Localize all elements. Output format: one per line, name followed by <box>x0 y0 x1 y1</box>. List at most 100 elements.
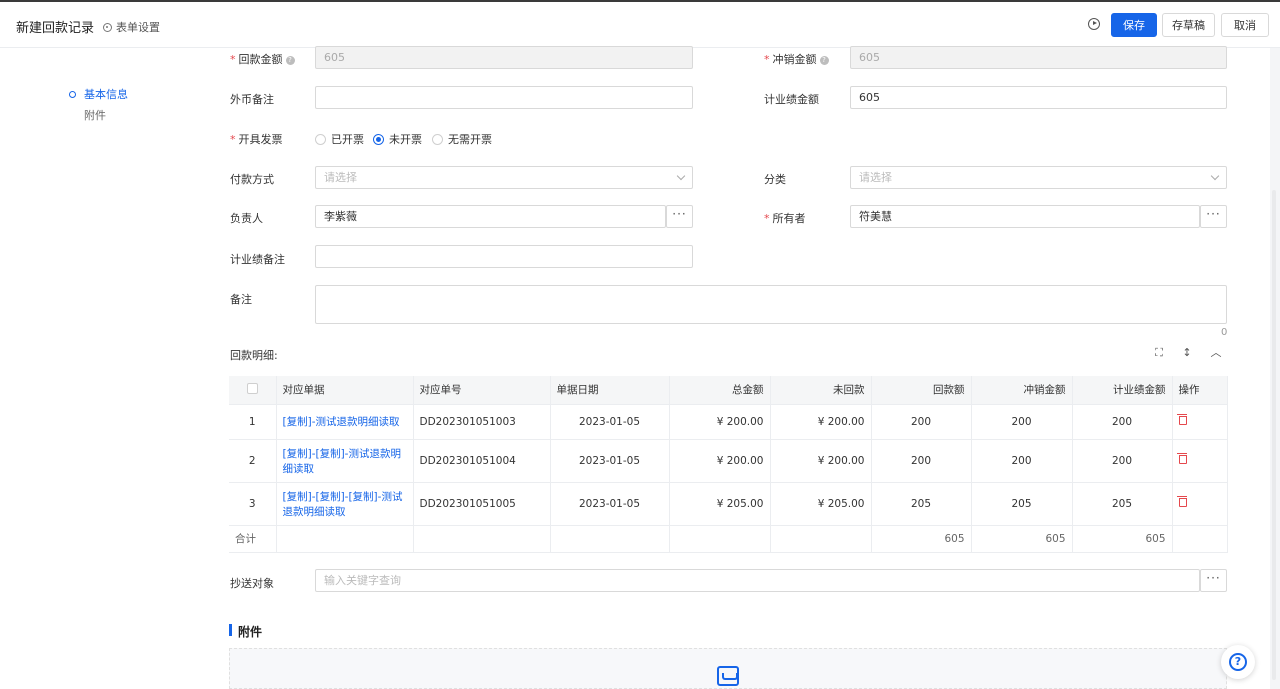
attachments-section-title: 附件 <box>238 625 263 639</box>
fx-note-input[interactable] <box>315 86 693 109</box>
row-height-icon[interactable]: ↕ <box>1181 347 1193 359</box>
row-index: 1 <box>229 404 277 440</box>
help-icon: ? <box>285 56 295 65</box>
table-header-row: 对应单据 对应单号 单据日期 总金额 未回款 回款额 冲销金额 计业绩金额 操作 <box>229 376 1228 405</box>
table-row: 3 [复制]-[复制]-[复制]-测试退款明细读取 DD202301051005… <box>229 482 1228 526</box>
payment-method-select[interactable]: 请选择 <box>315 166 693 189</box>
save-draft-button[interactable]: 存草稿 <box>1162 13 1215 37</box>
person-in-charge-input[interactable]: 李紫薇 <box>315 205 666 228</box>
owner-label: * 所有者 <box>764 212 806 225</box>
column-header: 冲销金额 <box>971 376 1073 405</box>
delete-icon[interactable] <box>1176 452 1187 464</box>
total-performance: 605 <box>1072 525 1173 553</box>
total-paid: 605 <box>871 525 972 553</box>
performance-amount[interactable]: 200 <box>1072 404 1173 440</box>
column-header: 总金额 <box>669 376 771 405</box>
help-icon: ? <box>819 56 829 65</box>
owner-picker-button[interactable]: ··· <box>1200 205 1227 228</box>
unpaid-amount: ¥ 205.00 <box>770 482 872 526</box>
total-amount: ¥ 200.00 <box>669 404 771 440</box>
offset-amount[interactable]: 200 <box>971 439 1073 483</box>
form-settings-link[interactable]: 表单设置 <box>103 19 160 35</box>
invoice-radio-not-needed[interactable]: 无需开票 <box>432 131 492 147</box>
remark-label: 备注 <box>230 293 252 306</box>
document-number: DD202301051005 <box>413 482 551 526</box>
nav-item-label: 附件 <box>84 109 106 122</box>
offset-amount-label: * 冲销金额? <box>764 51 829 67</box>
section-accent-bar <box>229 624 232 636</box>
save-button[interactable]: 保存 <box>1111 13 1157 37</box>
document-number: DD202301051003 <box>413 404 551 440</box>
delete-icon[interactable] <box>1176 413 1187 425</box>
help-button[interactable]: ? <box>1221 645 1255 679</box>
play-icon[interactable] <box>1088 18 1100 30</box>
fullscreen-icon[interactable]: ⛶ <box>1153 347 1165 359</box>
document-link[interactable]: [复制]-[复制]-测试退款明细读取 <box>283 448 401 475</box>
column-header: 计业绩金额 <box>1072 376 1173 405</box>
owner-input[interactable]: 符美慧 <box>850 205 1200 228</box>
offset-amount[interactable]: 205 <box>971 482 1073 526</box>
total-amount: ¥ 205.00 <box>669 482 771 526</box>
page-title: 新建回款记录 <box>16 21 95 36</box>
unpaid-amount: ¥ 200.00 <box>770 439 872 483</box>
person-in-charge-picker-button[interactable]: ··· <box>666 205 693 228</box>
paid-amount[interactable]: 200 <box>871 404 972 440</box>
document-link[interactable]: [复制]-测试退款明细读取 <box>283 416 400 428</box>
nav-item-label: 基本信息 <box>84 88 128 101</box>
document-date: 2023-01-05 <box>550 404 670 440</box>
chevron-down-icon <box>676 171 686 181</box>
offset-amount-field: 605 <box>850 46 1227 69</box>
total-label: 合计 <box>229 525 277 553</box>
anchor-nav: 基本信息 附件 <box>66 84 128 126</box>
scrollbar[interactable] <box>1272 190 1276 680</box>
payment-details-table: 对应单据 对应单号 单据日期 总金额 未回款 回款额 冲销金额 计业绩金额 操作… <box>229 376 1228 553</box>
cc-search-input[interactable]: 输入关键字查询 <box>315 569 1200 592</box>
cc-label: 抄送对象 <box>230 577 274 590</box>
nav-item-basic-info[interactable]: 基本信息 <box>66 84 128 105</box>
offset-amount[interactable]: 200 <box>971 404 1073 440</box>
invoice-label: * 开具发票 <box>230 133 283 146</box>
select-all-checkbox[interactable] <box>246 382 258 394</box>
paid-amount[interactable]: 205 <box>871 482 972 526</box>
total-amount: ¥ 200.00 <box>669 439 771 483</box>
payment-method-label: 付款方式 <box>230 173 274 186</box>
nav-item-attachments[interactable]: 附件 <box>66 105 128 126</box>
column-header: 单据日期 <box>550 376 670 405</box>
question-icon: ? <box>1229 653 1247 671</box>
details-label: 回款明细: <box>230 349 278 362</box>
form-panel <box>207 48 1270 689</box>
delete-icon[interactable] <box>1176 495 1187 507</box>
column-header: 对应单据 <box>276 376 414 405</box>
table-row: 2 [复制]-[复制]-测试退款明细读取 DD202301051004 2023… <box>229 439 1228 483</box>
document-date: 2023-01-05 <box>550 439 670 483</box>
performance-amount[interactable]: 205 <box>1072 482 1173 526</box>
collapse-icon[interactable]: ︿ <box>1210 347 1222 359</box>
cancel-button[interactable]: 取消 <box>1221 13 1269 37</box>
column-header: 未回款 <box>770 376 872 405</box>
anchor-sidebar: 基本信息 附件 <box>0 48 207 689</box>
form-settings-label: 表单设置 <box>116 21 160 34</box>
column-header: 回款额 <box>871 376 972 405</box>
cc-picker-button[interactable]: ··· <box>1200 569 1227 592</box>
performance-amount-input[interactable]: 605 <box>850 86 1227 109</box>
performance-note-label: 计业绩备注 <box>230 253 285 266</box>
remark-textarea[interactable] <box>315 285 1227 324</box>
table-total-row: 合计 605 605 605 <box>229 525 1228 553</box>
gear-icon <box>103 22 112 32</box>
performance-note-input[interactable] <box>315 245 693 268</box>
performance-amount[interactable]: 200 <box>1072 439 1173 483</box>
document-date: 2023-01-05 <box>550 482 670 526</box>
performance-amount-label: 计业绩金额 <box>764 93 819 106</box>
invoice-radio-issued[interactable]: 已开票 <box>315 131 364 147</box>
column-header: 对应单号 <box>413 376 551 405</box>
paid-amount[interactable]: 200 <box>871 439 972 483</box>
inbox-icon <box>717 666 739 686</box>
active-dot-icon <box>69 91 76 98</box>
document-link[interactable]: [复制]-[复制]-[复制]-测试退款明细读取 <box>283 491 403 518</box>
category-select[interactable]: 请选择 <box>850 166 1227 189</box>
total-offset: 605 <box>971 525 1073 553</box>
column-header: 操作 <box>1172 376 1228 405</box>
document-number: DD202301051004 <box>413 439 551 483</box>
remark-char-count: 0 <box>1221 327 1228 338</box>
invoice-radio-not-issued[interactable]: 未开票 <box>373 131 422 147</box>
